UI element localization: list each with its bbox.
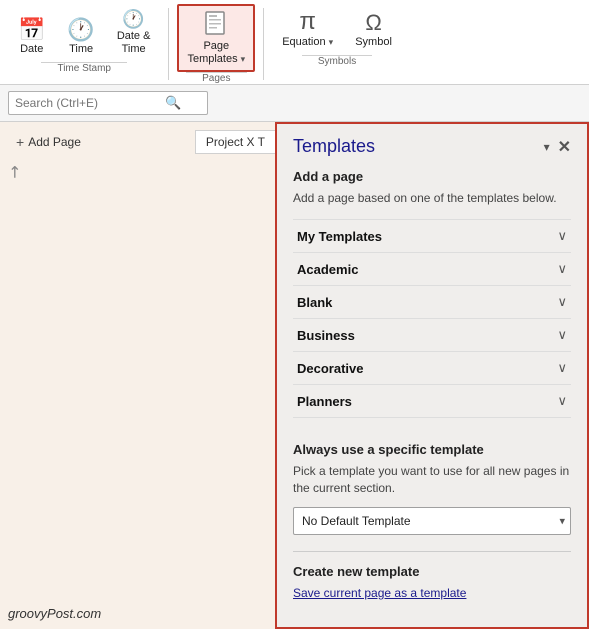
- ribbon-group-timestamp: 📅 Date 🕐 Time 🕐 Date &Time Time Stamp: [8, 4, 160, 84]
- ribbon-group-pages: PageTemplates ▾ Pages: [177, 4, 255, 84]
- chevron-down-icon: ∨: [557, 294, 567, 310]
- template-item-my-templates-label: My Templates: [297, 229, 382, 244]
- add-page-button[interactable]: + Add Page: [8, 130, 89, 154]
- panel-header: Templates ▾ ✕: [293, 136, 571, 157]
- template-item-academic-label: Academic: [297, 262, 358, 277]
- chevron-down-icon: ∨: [557, 393, 567, 409]
- symbol-button[interactable]: Ω Symbol: [345, 4, 402, 55]
- plus-icon: +: [16, 134, 24, 150]
- template-dropdown[interactable]: No Default Template: [293, 507, 571, 535]
- symbols-group-label: Symbols: [302, 55, 372, 84]
- expand-icon[interactable]: ↗: [3, 161, 27, 185]
- search-bar: 🔍: [0, 85, 589, 122]
- page-templates-button[interactable]: PageTemplates ▾: [177, 4, 255, 72]
- calendar-icon: 📅: [18, 19, 45, 41]
- list-item[interactable]: Academic ∨: [293, 253, 571, 286]
- search-input[interactable]: [15, 96, 165, 110]
- chevron-down-icon: ∨: [557, 228, 567, 244]
- template-item-decorative-label: Decorative: [297, 361, 363, 376]
- equation-label: Equation ▾: [282, 36, 333, 49]
- symbol-label: Symbol: [355, 36, 392, 49]
- symbol-icon: Ω: [365, 12, 381, 34]
- add-page-desc: Add a page based on one of the templates…: [293, 190, 571, 207]
- datetime-button[interactable]: 🕐 Date &Time: [107, 4, 161, 62]
- ribbon-group-symbols-btns: π Equation ▾ Ω Symbol: [272, 4, 402, 55]
- ribbon-group-pages-btns: PageTemplates ▾: [177, 4, 255, 72]
- chevron-down-icon: ∨: [557, 360, 567, 376]
- timestamp-group-label: Time Stamp: [41, 62, 127, 84]
- template-dropdown-wrapper: No Default Template ▾: [293, 507, 571, 535]
- create-section: Create new template Save current page as…: [293, 551, 571, 600]
- ribbon-group-symbols: π Equation ▾ Ω Symbol Symbols: [272, 4, 402, 84]
- watermark: groovyPost.com: [8, 606, 101, 621]
- panel-header-icons: ▾ ✕: [544, 137, 571, 157]
- page-tab-label: Project X T: [206, 135, 265, 149]
- time-button[interactable]: 🕐 Time: [57, 4, 104, 62]
- list-item[interactable]: My Templates ∨: [293, 219, 571, 253]
- template-item-planners-label: Planners: [297, 394, 352, 409]
- list-item[interactable]: Blank ∨: [293, 286, 571, 319]
- date-label: Date: [20, 43, 43, 56]
- date-button[interactable]: 📅 Date: [8, 4, 55, 62]
- page-templates-icon: [202, 10, 230, 38]
- template-list: My Templates ∨ Academic ∨ Blank ∨ Busine…: [293, 219, 571, 418]
- ribbon: 📅 Date 🕐 Time 🕐 Date &Time Time Stamp: [0, 0, 589, 85]
- equation-button[interactable]: π Equation ▾: [272, 4, 343, 55]
- list-item[interactable]: Business ∨: [293, 319, 571, 352]
- equation-icon: π: [299, 10, 316, 34]
- panel-close-button[interactable]: ✕: [558, 137, 571, 157]
- left-panel: + Add Page Project X T ↗ groovyPost.com: [0, 122, 275, 629]
- clock-icon: 🕐: [67, 19, 94, 41]
- always-heading: Always use a specific template: [293, 442, 571, 457]
- ribbon-toolbar: 📅 Date 🕐 Time 🕐 Date &Time Time Stamp: [0, 0, 589, 84]
- add-page-label: Add Page: [28, 135, 81, 149]
- datetime-icon: 🕐: [122, 10, 144, 28]
- create-heading: Create new template: [293, 564, 571, 579]
- template-item-business-label: Business: [297, 328, 355, 343]
- pages-group-label: Pages: [186, 72, 246, 84]
- save-template-link[interactable]: Save current page as a template: [293, 586, 466, 600]
- chevron-down-icon: ∨: [557, 327, 567, 343]
- always-section: Always use a specific template Pick a te…: [293, 434, 571, 535]
- list-item[interactable]: Planners ∨: [293, 385, 571, 418]
- panel-dropdown-icon[interactable]: ▾: [544, 140, 550, 154]
- list-item[interactable]: Decorative ∨: [293, 352, 571, 385]
- templates-panel: Templates ▾ ✕ Add a page Add a page base…: [275, 122, 589, 629]
- page-tab[interactable]: Project X T: [195, 130, 275, 154]
- divider-2: [263, 8, 264, 80]
- search-wrapper: 🔍: [8, 91, 208, 115]
- time-label: Time: [69, 43, 93, 56]
- datetime-label: Date &Time: [117, 30, 151, 56]
- divider-1: [168, 8, 169, 80]
- always-desc: Pick a template you want to use for all …: [293, 463, 571, 497]
- template-item-blank-label: Blank: [297, 295, 332, 310]
- page-templates-label: PageTemplates ▾: [187, 40, 245, 66]
- add-page-heading: Add a page: [293, 169, 571, 184]
- chevron-down-icon: ∨: [557, 261, 567, 277]
- search-icon: 🔍: [165, 95, 181, 111]
- content-area: + Add Page Project X T ↗ groovyPost.com …: [0, 122, 589, 629]
- panel-title: Templates: [293, 136, 375, 157]
- ribbon-group-timestamp-btns: 📅 Date 🕐 Time 🕐 Date &Time: [8, 4, 160, 62]
